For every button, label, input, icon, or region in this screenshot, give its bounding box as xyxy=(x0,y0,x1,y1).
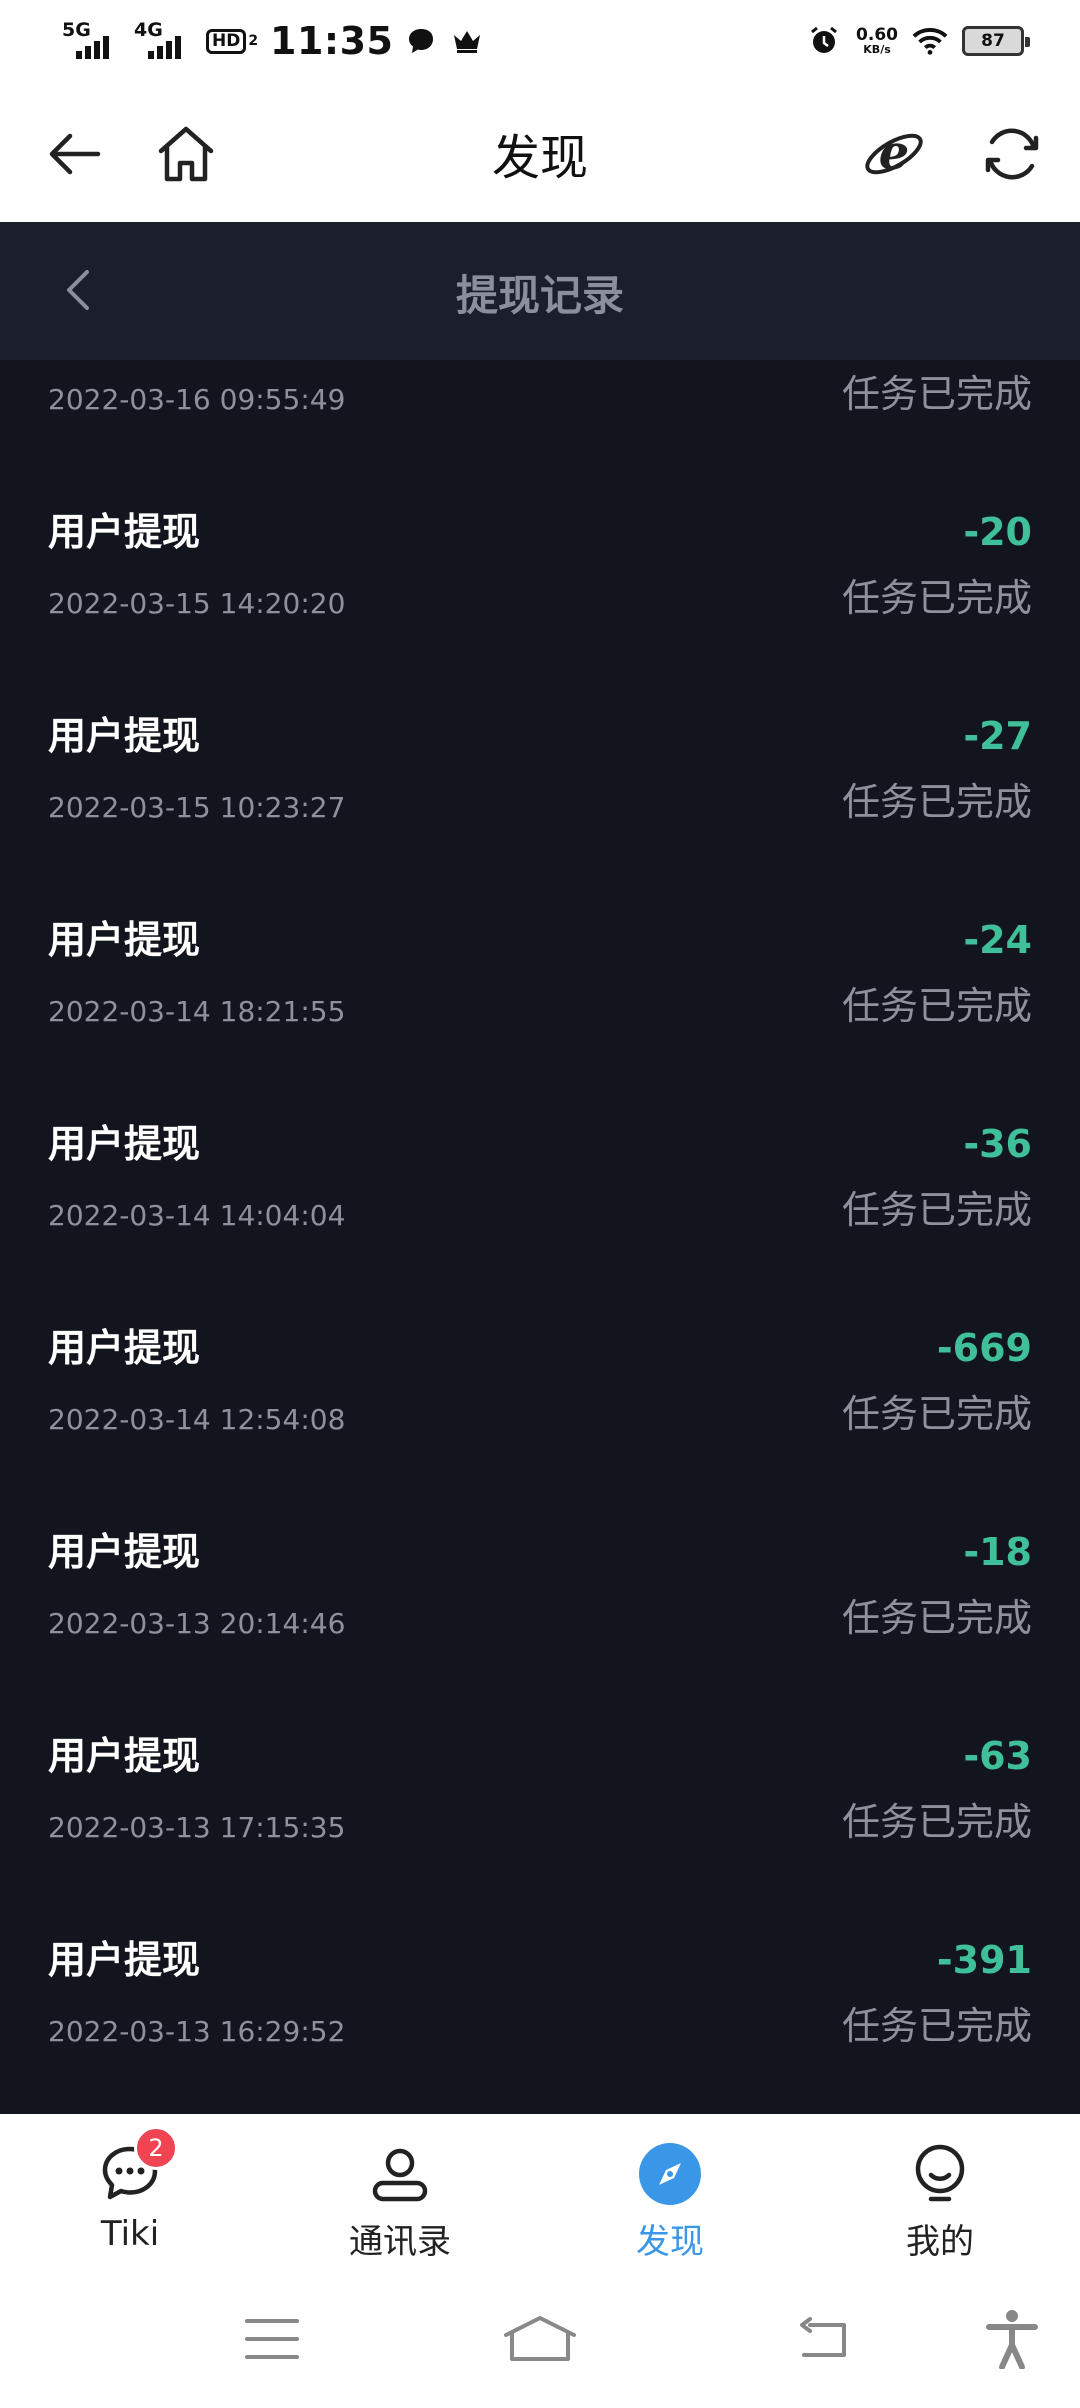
tab-label: 发现 xyxy=(636,2222,704,2262)
record-status: 任务已完成 xyxy=(841,1800,1032,1844)
tab-me[interactable]: 我的 xyxy=(840,2138,1040,2268)
record-status: 任务已完成 xyxy=(841,372,1032,416)
record-amount: -391 xyxy=(936,1938,1032,1982)
hd-voice-indicator: HD 2 xyxy=(206,23,260,59)
record-row[interactable]: 用户提现 -20 2022-03-15 14:20:20 任务已完成 xyxy=(0,506,1080,710)
record-row[interactable]: 用户提现 -27 2022-03-15 10:23:27 任务已完成 xyxy=(0,710,1080,914)
record-date: 2022-03-14 14:04:04 xyxy=(48,1199,346,1232)
open-in-browser-button[interactable]: e xyxy=(856,116,932,192)
tab-label: 通讯录 xyxy=(349,2222,451,2262)
status-bar-right: 0.60 KB/s 87 xyxy=(806,16,1030,66)
records-header: 提现记录 xyxy=(0,222,1080,360)
tab-tiki[interactable]: 2 Tiki xyxy=(30,2126,230,2268)
record-amount: -36 xyxy=(963,1122,1032,1166)
record-row[interactable]: 用户提现 -669 2022-03-14 12:54:08 任务已完成 xyxy=(0,1322,1080,1526)
bottom-tab-bar: 2 Tiki 通讯录 发现 我的 xyxy=(0,2114,1080,2274)
record-name: 用户提现 xyxy=(48,918,201,962)
record-date: 2022-03-14 12:54:08 xyxy=(48,1403,346,1436)
hd-sub-label: 2 xyxy=(248,33,259,49)
wifi-icon xyxy=(912,23,948,59)
signal-bars-icon xyxy=(148,36,181,59)
record-status: 任务已完成 xyxy=(841,1392,1032,1436)
record-row[interactable]: 用户提现 -36 2022-03-14 14:04:04 任务已完成 xyxy=(0,1118,1080,1322)
speed-value: 0.60 xyxy=(856,25,898,45)
clock: 11:35 xyxy=(270,19,394,63)
message-bubble-icon xyxy=(403,23,439,59)
compass-icon xyxy=(634,2138,706,2210)
recent-apps-button[interactable] xyxy=(232,2304,312,2374)
tab-label: Tiki xyxy=(100,2214,160,2254)
tab-discover[interactable]: 发现 xyxy=(570,2138,770,2268)
signal-4g: 4G xyxy=(134,21,196,61)
battery-icon: 87 xyxy=(962,26,1030,56)
record-status: 任务已完成 xyxy=(841,780,1032,824)
status-bar: 5G 4G HD 2 11:35 0.60 KB/s 87 xyxy=(0,0,1080,80)
crown-icon xyxy=(449,23,485,59)
profile-face-icon xyxy=(904,2138,976,2210)
unread-badge: 2 xyxy=(134,2126,178,2170)
record-date: 2022-03-15 14:20:20 xyxy=(48,587,346,620)
accessibility-icon xyxy=(986,2310,1038,2369)
record-row[interactable]: 用户提现 -391 2022-03-13 16:29:52 任务已完成 xyxy=(0,1934,1080,2114)
home-outline-icon xyxy=(504,2316,576,2361)
tab-contacts[interactable]: 通讯录 xyxy=(300,2138,500,2268)
back-return-icon xyxy=(800,2317,846,2357)
refresh-button[interactable] xyxy=(974,116,1050,192)
browser-e-icon: e xyxy=(865,125,923,181)
record-name: 用户提现 xyxy=(48,1938,201,1982)
record-amount: -18 xyxy=(963,1530,1032,1574)
system-back-button[interactable] xyxy=(784,2304,864,2374)
menu-lines-icon xyxy=(245,2319,299,2359)
record-amount: -20 xyxy=(963,510,1032,554)
record-amount: -63 xyxy=(963,1734,1032,1778)
withdrawal-records-page[interactable]: 提现记录 2022-03-16 09:55:49 任务已完成 用户提现 -20 … xyxy=(0,222,1080,2114)
alarm-icon xyxy=(806,23,842,59)
signal-bars-icon xyxy=(76,36,109,59)
record-date: 2022-03-15 10:23:27 xyxy=(48,791,346,824)
record-amount: -24 xyxy=(963,918,1032,962)
hd-label: HD xyxy=(206,28,247,54)
record-date: 2022-03-13 20:14:46 xyxy=(48,1607,346,1640)
svg-text:e: e xyxy=(879,125,910,181)
record-row[interactable]: 用户提现 -63 2022-03-13 17:15:35 任务已完成 xyxy=(0,1730,1080,1934)
system-nav-bar xyxy=(0,2274,1080,2408)
record-date: 2022-03-13 17:15:35 xyxy=(48,1811,346,1844)
record-date: 2022-03-16 09:55:49 xyxy=(48,383,346,416)
record-name: 用户提现 xyxy=(48,1122,201,1166)
record-name: 用户提现 xyxy=(48,510,201,554)
record-row[interactable]: 用户提现 -24 2022-03-14 18:21:55 任务已完成 xyxy=(0,914,1080,1118)
record-name: 用户提现 xyxy=(48,714,201,758)
speed-unit: KB/s xyxy=(863,43,891,56)
record-status: 任务已完成 xyxy=(841,2004,1032,2048)
record-name: 用户提现 xyxy=(48,1734,201,1778)
app-header: 发现 e xyxy=(0,80,1080,222)
system-home-button[interactable] xyxy=(500,2304,580,2374)
record-status: 任务已完成 xyxy=(841,984,1032,1028)
refresh-icon xyxy=(985,128,1039,180)
battery-level: 87 xyxy=(981,31,1005,51)
accessibility-button[interactable] xyxy=(972,2304,1052,2374)
record-date: 2022-03-13 16:29:52 xyxy=(48,2015,346,2048)
contacts-person-icon xyxy=(364,2138,436,2210)
record-status: 任务已完成 xyxy=(841,576,1032,620)
records-title: 提现记录 xyxy=(455,271,624,320)
record-name: 用户提现 xyxy=(48,1326,201,1370)
network-speed: 0.60 KB/s xyxy=(856,25,898,56)
chat-bubble-icon: 2 xyxy=(94,2126,178,2210)
record-amount: -669 xyxy=(936,1326,1032,1370)
record-status: 任务已完成 xyxy=(841,1596,1032,1640)
record-name: 用户提现 xyxy=(48,1530,201,1574)
record-amount: -27 xyxy=(963,714,1032,758)
tab-label: 我的 xyxy=(906,2222,974,2262)
record-date: 2022-03-14 18:21:55 xyxy=(48,995,346,1028)
signal-5g: 5G xyxy=(62,21,124,61)
status-bar-left: 5G 4G HD 2 11:35 xyxy=(62,16,485,66)
record-row[interactable]: 用户提现 -18 2022-03-13 20:14:46 任务已完成 xyxy=(0,1526,1080,1730)
record-status: 任务已完成 xyxy=(841,1188,1032,1232)
